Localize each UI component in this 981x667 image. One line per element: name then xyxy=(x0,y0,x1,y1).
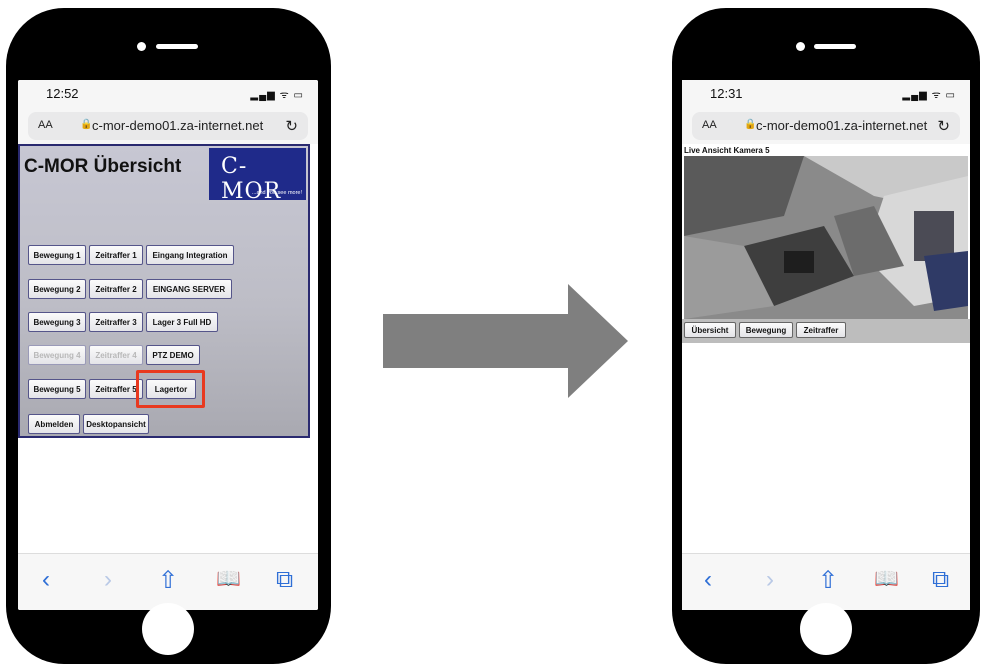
url-text: c-mor-demo01.za-internet.net xyxy=(92,118,264,133)
status-bar: 12:52 ▂▄▆ ᯤ ▭ xyxy=(18,80,318,108)
url-field[interactable]: AA 🔒 c-mor-demo01.za-internet.net ↻ xyxy=(692,112,960,140)
reload-icon[interactable]: ↻ xyxy=(937,117,950,135)
front-camera xyxy=(137,42,146,51)
front-camera xyxy=(796,42,805,51)
bookmarks-icon[interactable]: 📖 xyxy=(874,566,899,591)
text-size-button[interactable]: AA xyxy=(38,119,53,131)
back-icon[interactable]: ‹ xyxy=(42,566,50,594)
zeitraffer-button[interactable]: Zeitraffer xyxy=(796,322,846,338)
reload-icon[interactable]: ↻ xyxy=(285,117,298,135)
share-icon[interactable]: ⇧ xyxy=(818,566,838,595)
safari-toolbar: ‹ › ⇧ 📖 ⧉ xyxy=(18,553,318,610)
speaker xyxy=(814,44,856,49)
page-title: C-MOR Übersicht xyxy=(24,156,182,177)
lock-icon: 🔒 xyxy=(744,119,757,130)
phone-left: 12:52 ▂▄▆ ᯤ ▭ AA 🔒 c-mor-demo01.za-inter… xyxy=(6,8,331,664)
abmelden-button[interactable]: Abmelden xyxy=(28,414,80,434)
page-content: Live Ansicht Kamera 5 Übersicht Bewegung… xyxy=(682,144,970,554)
bookmarks-icon[interactable]: 📖 xyxy=(216,566,241,591)
text-size-button[interactable]: AA xyxy=(702,119,717,131)
cmor-overview-panel: C-MOR Übersicht C-MOR ...and you see mor… xyxy=(18,144,310,438)
logo-text: C-MOR xyxy=(221,154,282,204)
status-indicators: ▂▄▆ ᯤ ▭ xyxy=(902,90,956,101)
eingang-server-button[interactable]: EINGANG SERVER xyxy=(146,279,232,299)
share-icon[interactable]: ⇧ xyxy=(158,566,178,595)
speaker xyxy=(156,44,198,49)
highlight-box xyxy=(136,370,205,408)
home-button[interactable] xyxy=(800,603,852,655)
forward-icon[interactable]: › xyxy=(104,566,112,594)
zeitraffer-5-button[interactable]: Zeitraffer 5 xyxy=(89,379,143,399)
camera-live-image xyxy=(684,156,968,319)
live-view-title: Live Ansicht Kamera 5 xyxy=(684,146,770,155)
uebersicht-button[interactable]: Übersicht xyxy=(684,322,736,338)
page-content: C-MOR Übersicht C-MOR ...and you see mor… xyxy=(18,144,318,554)
status-bar: 12:31 ▂▄▆ ᯤ ▭ xyxy=(682,80,970,108)
home-button[interactable] xyxy=(142,603,194,655)
tabs-icon[interactable]: ⧉ xyxy=(932,566,949,594)
back-icon[interactable]: ‹ xyxy=(704,566,712,594)
desktopansicht-button[interactable]: Desktopansicht xyxy=(83,414,149,434)
zeitraffer-1-button[interactable]: Zeitraffer 1 xyxy=(89,245,143,265)
cmor-logo: C-MOR ...and you see more! xyxy=(209,148,306,204)
bewegung-2-button[interactable]: Bewegung 2 xyxy=(28,279,86,299)
url-field[interactable]: AA 🔒 c-mor-demo01.za-internet.net ↻ xyxy=(28,112,308,140)
status-time: 12:52 xyxy=(46,86,79,101)
zeitraffer-4-button[interactable]: Zeitraffer 4 xyxy=(89,345,143,365)
tabs-icon[interactable]: ⧉ xyxy=(276,566,293,594)
lock-icon: 🔒 xyxy=(80,119,93,130)
bewegung-button[interactable]: Bewegung xyxy=(739,322,793,338)
bewegung-4-button[interactable]: Bewegung 4 xyxy=(28,345,86,365)
screen-right: 12:31 ▂▄▆ ᯤ ▭ AA 🔒 c-mor-demo01.za-inter… xyxy=(682,80,970,610)
url-text: c-mor-demo01.za-internet.net xyxy=(756,118,928,133)
camera-scene xyxy=(684,156,968,319)
bewegung-3-button[interactable]: Bewegung 3 xyxy=(28,312,86,332)
zeitraffer-2-button[interactable]: Zeitraffer 2 xyxy=(89,279,143,299)
bewegung-1-button[interactable]: Bewegung 1 xyxy=(28,245,86,265)
zeitraffer-3-button[interactable]: Zeitraffer 3 xyxy=(89,312,143,332)
eingang-integration-button[interactable]: Eingang Integration xyxy=(146,245,234,265)
lager-3-full-hd-button[interactable]: Lager 3 Full HD xyxy=(146,312,218,332)
phone-right: 12:31 ▂▄▆ ᯤ ▭ AA 🔒 c-mor-demo01.za-inter… xyxy=(672,8,980,664)
screen-left: 12:52 ▂▄▆ ᯤ ▭ AA 🔒 c-mor-demo01.za-inter… xyxy=(18,80,318,610)
address-bar: AA 🔒 c-mor-demo01.za-internet.net ↻ xyxy=(18,108,318,144)
address-bar: AA 🔒 c-mor-demo01.za-internet.net ↻ xyxy=(682,108,970,144)
status-time: 12:31 xyxy=(710,86,743,101)
status-indicators: ▂▄▆ ᯤ ▭ xyxy=(250,90,304,101)
logo-tagline: ...and you see more! xyxy=(251,190,302,196)
bewegung-5-button[interactable]: Bewegung 5 xyxy=(28,379,86,399)
safari-toolbar: ‹ › ⇧ 📖 ⧉ xyxy=(682,553,970,610)
ptz-demo-button[interactable]: PTZ DEMO xyxy=(146,345,200,365)
right-arrow-icon xyxy=(383,284,628,398)
forward-icon[interactable]: › xyxy=(766,566,774,594)
